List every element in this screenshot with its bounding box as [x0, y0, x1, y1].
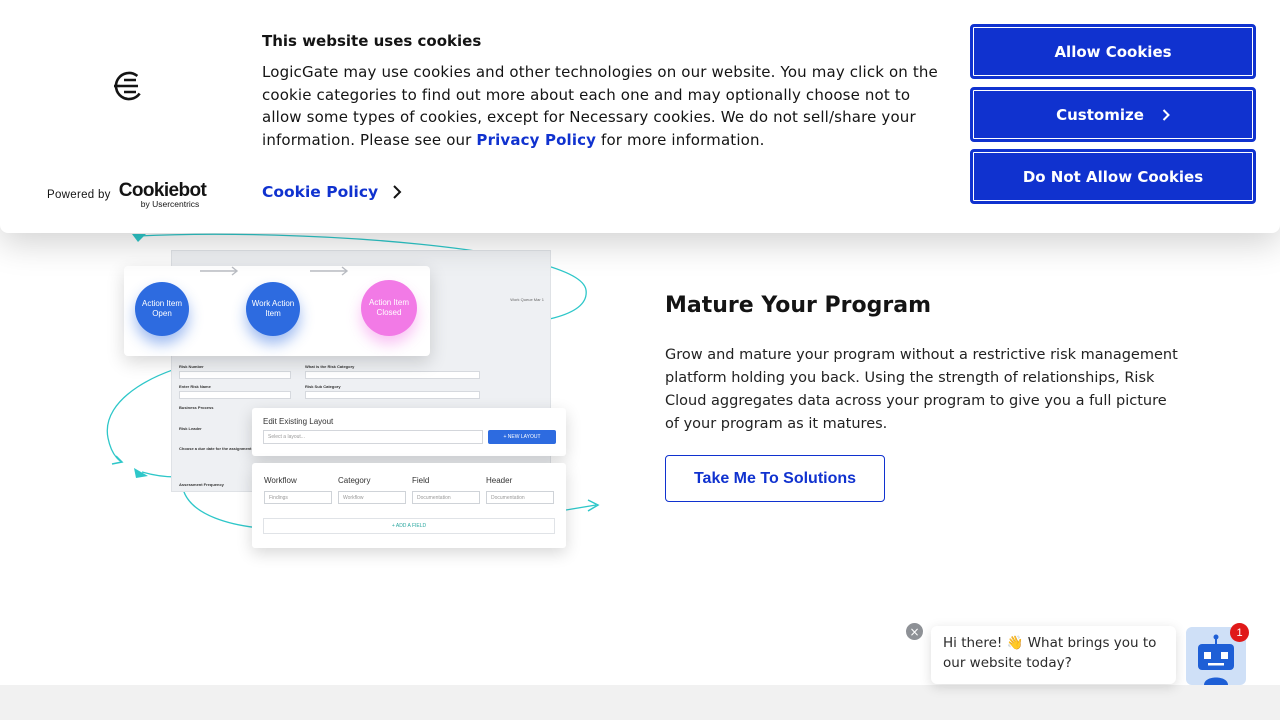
workflow-illustration: Work Queue Mar 1 Risk Number Enter Risk … [100, 228, 610, 568]
step-closed: Action Item Closed [361, 280, 417, 336]
cookie-policy-link[interactable]: Cookie Policy [262, 183, 402, 201]
powered-by-label: Powered by [47, 189, 111, 201]
section-title: Mature Your Program [665, 293, 931, 318]
cookie-policy-label: Cookie Policy [262, 183, 379, 201]
column-header: Category [338, 476, 371, 485]
close-icon[interactable]: × [905, 622, 924, 641]
chevron-right-icon [1162, 108, 1170, 121]
privacy-policy-link[interactable]: Privacy Policy [476, 131, 596, 149]
customize-label: Customize [1056, 105, 1144, 124]
form-label: Choose a due date for the assignment [179, 446, 252, 451]
cookiebot-branding[interactable]: Powered by Cookiebot by Usercentrics [47, 180, 211, 210]
form-label: Risk Leader [179, 426, 202, 431]
form-field [305, 371, 480, 379]
allow-cookies-button[interactable]: Allow Cookies [970, 24, 1256, 79]
cookiebot-logo: Cookiebot by Usercentrics [119, 180, 211, 210]
chat-message: Hi there! 👋 What brings you to our websi… [943, 635, 1157, 671]
column-header: Workflow [264, 476, 297, 485]
form-label: Business Process [179, 405, 214, 410]
layout-select: Select a layout... [263, 430, 483, 444]
form-field [179, 391, 291, 399]
arrow-right-icon [310, 266, 349, 276]
deny-cookies-button[interactable]: Do Not Allow Cookies [970, 149, 1256, 204]
form-label: Enter Risk Name [179, 384, 211, 389]
cookie-title: This website uses cookies [262, 32, 482, 50]
add-field-mock: + ADD A FIELD [263, 518, 555, 534]
form-label: Risk Number [179, 364, 204, 369]
logicgate-logo-icon [114, 71, 144, 101]
section-body: Grow and mature your program without a r… [665, 347, 1178, 432]
solutions-button[interactable]: Take Me To Solutions [665, 455, 885, 502]
form-label: Risk Sub Category [305, 384, 341, 389]
footer-band [0, 685, 1280, 720]
edit-layout-card: Edit Existing Layout Select a layout... … [252, 408, 566, 456]
workflow-steps-card: Action Item Open Work Action Item Action… [124, 266, 430, 356]
step-open: Action Item Open [135, 282, 189, 336]
column-header: Field [412, 476, 430, 485]
fields-card: Workflow Category Field Header Findings … [252, 463, 566, 548]
dropdown-mock: Workflow [338, 491, 406, 504]
dropdown-mock: Documentation [486, 491, 554, 504]
arrow-right-icon [200, 266, 239, 276]
form-field [179, 371, 291, 379]
column-header: Header [486, 476, 513, 485]
cookie-banner: Powered by Cookiebot by Usercentrics Thi… [0, 0, 1280, 233]
cookie-text-part: for more information. [596, 131, 765, 150]
step-work: Work Action Item [246, 282, 300, 336]
form-label: Assessment Frequency [179, 482, 224, 487]
form-field [305, 391, 480, 399]
cookiebot-subtitle: by Usercentrics [140, 199, 200, 209]
cookie-description: LogicGate may use cookies and other tech… [262, 61, 952, 152]
new-layout-button: + NEW LAYOUT [488, 430, 556, 444]
form-label: What is the Risk Category [305, 364, 355, 369]
dropdown-mock: Documentation [412, 491, 480, 504]
layout-card-title: Edit Existing Layout [263, 417, 334, 426]
notification-badge: 1 [1230, 623, 1249, 642]
dropdown-mock: Findings [264, 491, 332, 504]
customize-button[interactable]: Customize [970, 87, 1256, 142]
chevron-right-icon [393, 185, 402, 199]
chat-message-bubble[interactable]: Hi there! 👋 What brings you to our websi… [931, 626, 1176, 684]
topbar-text: Work Queue Mar 1 [510, 297, 544, 302]
